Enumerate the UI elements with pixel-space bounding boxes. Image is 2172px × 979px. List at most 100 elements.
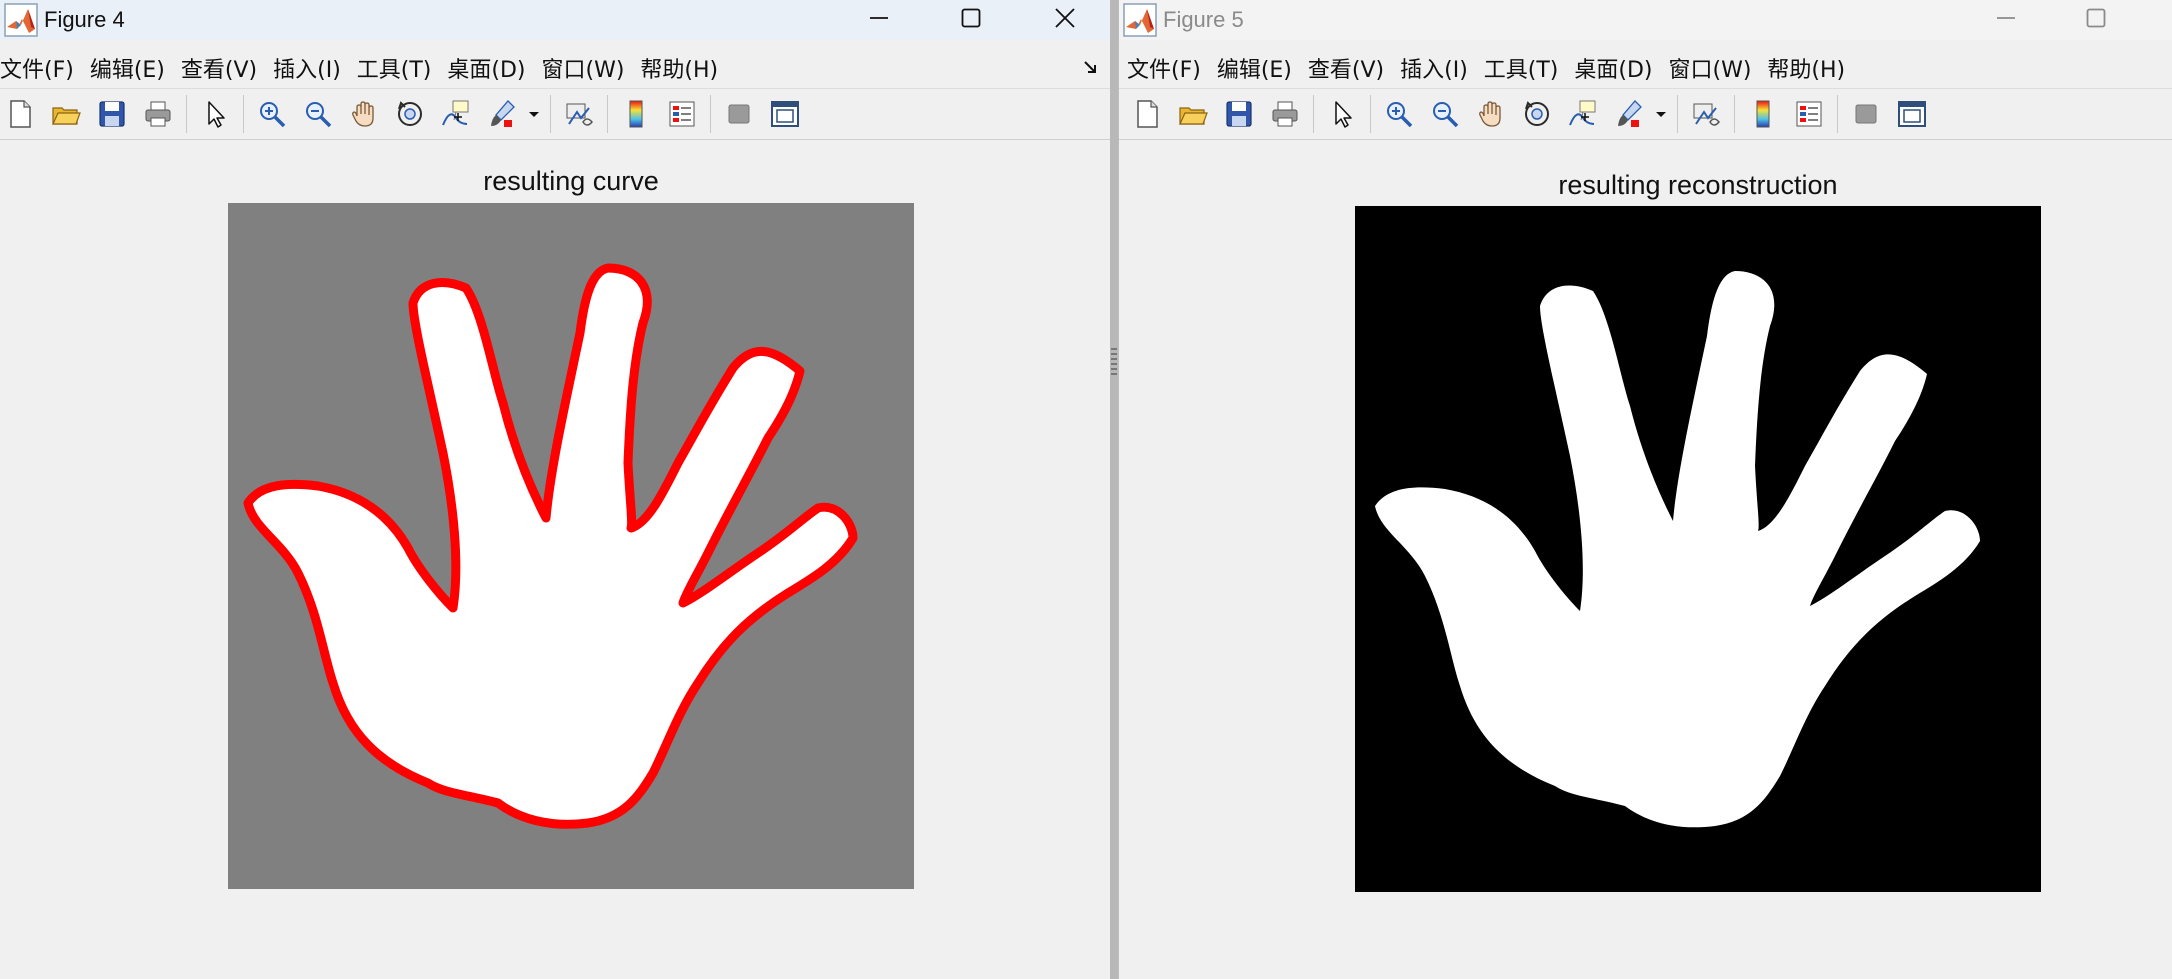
toolbar-separator xyxy=(550,95,551,133)
axes-title: resulting curve xyxy=(483,166,659,196)
brush-button[interactable] xyxy=(1609,94,1649,134)
maximize-button[interactable] xyxy=(2065,0,2127,36)
menu-insert[interactable]: 插入(I) xyxy=(273,52,347,84)
matlab-logo-icon xyxy=(1123,3,1157,37)
hide-plot-tools-button[interactable] xyxy=(719,94,759,134)
new-figure-button[interactable] xyxy=(0,94,40,134)
show-plot-tools-icon xyxy=(771,101,799,127)
brush-icon xyxy=(491,100,515,127)
menu-file[interactable]: 文件(F) xyxy=(0,52,80,84)
menu-file[interactable]: 文件(F) xyxy=(1127,52,1207,84)
print-icon xyxy=(145,101,171,127)
figure-toolbar xyxy=(1119,88,2172,140)
edit-plot-arrow-button[interactable] xyxy=(1322,94,1362,134)
close-icon xyxy=(1055,8,1075,28)
pan-hand-button[interactable] xyxy=(344,94,384,134)
data-cursor-icon xyxy=(1569,100,1596,126)
show-plot-tools-button[interactable] xyxy=(1892,94,1932,134)
menu-bar: 文件(F) 编辑(E) 查看(V) 插入(I) 工具(T) 桌面(D) 窗口(W… xyxy=(1127,48,2172,88)
menu-view[interactable]: 查看(V) xyxy=(181,52,263,84)
menu-edit[interactable]: 编辑(E) xyxy=(1217,52,1298,84)
new-figure-button[interactable] xyxy=(1127,94,1167,134)
print-button[interactable] xyxy=(138,94,178,134)
menu-window[interactable]: 窗口(W) xyxy=(1669,52,1758,84)
link-plot-button[interactable] xyxy=(1686,94,1726,134)
edit-plot-arrow-icon xyxy=(1335,101,1352,128)
axes-title: resulting reconstruction xyxy=(1558,170,1838,200)
zoom-out-icon xyxy=(1433,102,1459,128)
toolbar-separator xyxy=(1313,95,1314,133)
zoom-in-icon xyxy=(260,102,286,128)
brush-dropdown-button[interactable] xyxy=(1655,94,1667,134)
figure-5-window[interactable]: Figure 5 文件(F) 编辑(E) 查看(V) 插入(I) 工具(T) 桌… xyxy=(1118,0,2172,979)
legend-button[interactable] xyxy=(662,94,702,134)
link-plot-icon xyxy=(566,103,593,126)
menu-tools[interactable]: 工具(T) xyxy=(357,52,438,84)
image-axes[interactable] xyxy=(228,203,914,889)
minimize-icon xyxy=(1997,17,2015,19)
new-figure-icon xyxy=(10,100,31,128)
zoom-out-button[interactable] xyxy=(298,94,338,134)
zoom-in-button[interactable] xyxy=(252,94,292,134)
menu-desktop[interactable]: 桌面(D) xyxy=(1574,52,1658,84)
open-file-button[interactable] xyxy=(46,94,86,134)
caret-down-icon xyxy=(529,112,539,117)
zoom-out-icon xyxy=(306,102,332,128)
maximize-icon xyxy=(2086,8,2106,28)
legend-button[interactable] xyxy=(1789,94,1829,134)
minimize-icon xyxy=(870,17,888,19)
figure-4-window[interactable]: Figure 4 文件(F) 编辑(E) 查看(V) 插入(I) 工具(T) 桌… xyxy=(0,0,1110,979)
colorbar-button[interactable] xyxy=(616,94,656,134)
rotate-3d-button[interactable] xyxy=(390,94,430,134)
save-button[interactable] xyxy=(1219,94,1259,134)
hide-plot-tools-button[interactable] xyxy=(1846,94,1886,134)
new-figure-icon xyxy=(1137,100,1158,128)
colorbar-icon xyxy=(1756,100,1770,128)
zoom-out-button[interactable] xyxy=(1425,94,1465,134)
menu-edit[interactable]: 编辑(E) xyxy=(90,52,171,84)
show-plot-tools-button[interactable] xyxy=(765,94,805,134)
pan-hand-button[interactable] xyxy=(1471,94,1511,134)
toolbar-separator xyxy=(186,95,187,133)
zoom-in-icon xyxy=(1387,102,1413,128)
edit-plot-arrow-button[interactable] xyxy=(195,94,235,134)
caret-down-icon xyxy=(1656,112,1666,117)
open-file-button[interactable] xyxy=(1173,94,1213,134)
rotate-3d-button[interactable] xyxy=(1517,94,1557,134)
menu-window[interactable]: 窗口(W) xyxy=(542,52,631,84)
link-plot-button[interactable] xyxy=(559,94,599,134)
close-button[interactable] xyxy=(1034,0,1096,36)
brush-dropdown-button[interactable] xyxy=(528,94,540,134)
zoom-in-button[interactable] xyxy=(1379,94,1419,134)
print-button[interactable] xyxy=(1265,94,1305,134)
open-file-icon xyxy=(52,107,81,125)
data-cursor-button[interactable] xyxy=(1563,94,1603,134)
menu-tools[interactable]: 工具(T) xyxy=(1484,52,1565,84)
hide-plot-tools-icon xyxy=(728,104,750,124)
brush-button[interactable] xyxy=(482,94,522,134)
colorbar-icon xyxy=(629,100,643,128)
minimize-button[interactable] xyxy=(1975,0,2037,36)
brush-icon xyxy=(1618,100,1642,127)
toolbar-separator xyxy=(243,95,244,133)
menu-view[interactable]: 查看(V) xyxy=(1308,52,1390,84)
rotate-3d-icon xyxy=(1525,101,1549,126)
image-axes[interactable] xyxy=(1355,206,2041,892)
figure-toolbar xyxy=(0,88,1110,140)
data-cursor-button[interactable] xyxy=(436,94,476,134)
menu-insert[interactable]: 插入(I) xyxy=(1400,52,1474,84)
menu-desktop[interactable]: 桌面(D) xyxy=(447,52,531,84)
title-bar[interactable]: Figure 5 xyxy=(1119,0,2172,40)
matlab-logo-icon xyxy=(4,3,38,37)
menu-help[interactable]: 帮助(H) xyxy=(640,52,724,84)
title-bar[interactable]: Figure 4 xyxy=(0,0,1110,40)
menu-help[interactable]: 帮助(H) xyxy=(1767,52,1851,84)
dock-arrow-icon[interactable] xyxy=(1082,58,1100,76)
maximize-button[interactable] xyxy=(940,0,1002,36)
pan-hand-icon xyxy=(352,101,374,127)
resize-grip[interactable] xyxy=(1111,348,1117,376)
save-button[interactable] xyxy=(92,94,132,134)
toolbar-separator xyxy=(1734,95,1735,133)
colorbar-button[interactable] xyxy=(1743,94,1783,134)
minimize-button[interactable] xyxy=(848,0,910,36)
